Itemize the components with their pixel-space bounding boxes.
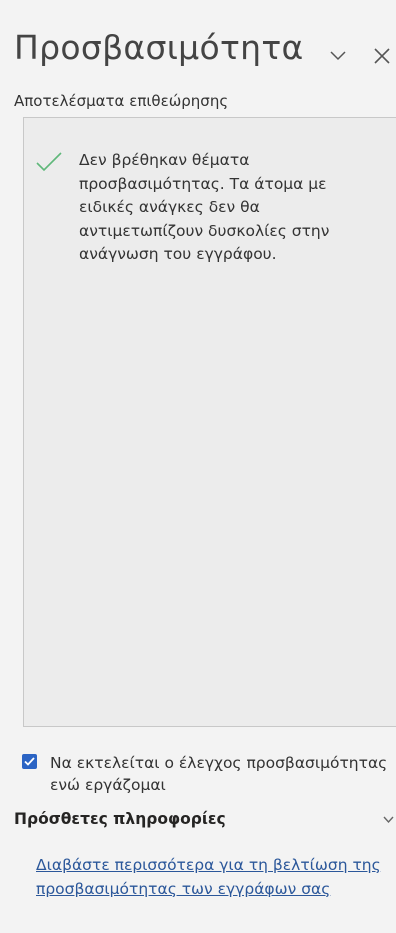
- no-issues-message: Δεν βρέθηκαν θέματα προσβασιμότητας. Τα …: [79, 151, 330, 263]
- keep-running-checkbox-row[interactable]: Να εκτελείται ο έλεγχος προσβασιμότητας …: [22, 752, 396, 800]
- checkbox-checked-icon: [24, 757, 35, 766]
- keep-running-label[interactable]: Να εκτελείται ο έλεγχος προσβασιμότητας …: [50, 752, 396, 796]
- inspection-results-list[interactable]: Δεν βρέθηκαν θέματα προσβασιμότητας. Τα …: [23, 117, 396, 727]
- more-info-section-header[interactable]: Πρόσθετες πληροφορίες: [14, 808, 396, 834]
- learn-more-link[interactable]: Διαβάστε περισσότερα για τη βελτίωση της…: [36, 854, 394, 901]
- accessibility-pane: Προσβασιμότητα Αποτελέσματα επιθεώρησης …: [0, 0, 396, 933]
- close-icon: [374, 48, 390, 64]
- chevron-down-icon: [330, 51, 346, 61]
- more-info-heading: Πρόσθετες πληροφορίες: [14, 810, 226, 828]
- inspection-results-heading: Αποτελέσματα επιθεώρησης: [14, 92, 229, 110]
- chevron-down-icon: [383, 816, 394, 824]
- pane-title: Προσβασιμότητα: [14, 28, 304, 67]
- keep-running-checkbox[interactable]: [22, 754, 37, 769]
- close-button[interactable]: [368, 42, 396, 70]
- pane-options-button[interactable]: [326, 44, 350, 68]
- checkmark-icon: [36, 152, 62, 172]
